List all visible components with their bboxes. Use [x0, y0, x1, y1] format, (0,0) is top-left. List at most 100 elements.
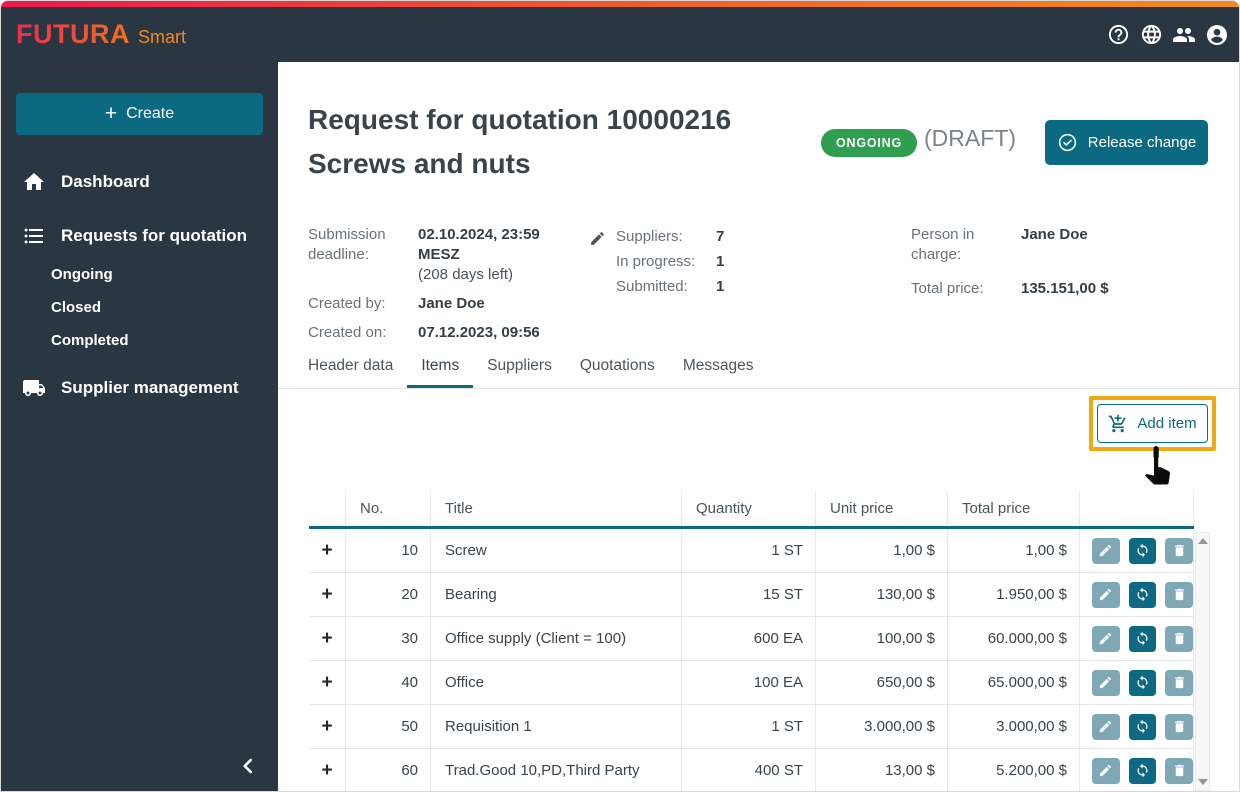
sidebar-item-supplier-management[interactable]: Supplier management [1, 368, 278, 408]
edit-item-button[interactable] [1092, 625, 1120, 652]
sync-icon [1137, 763, 1148, 778]
users-group-icon[interactable] [1172, 23, 1196, 47]
delete-item-button[interactable] [1165, 713, 1193, 740]
submitted-value: 1 [716, 278, 725, 295]
sync-item-button[interactable] [1128, 537, 1157, 564]
sync-icon [1137, 543, 1148, 558]
sync-icon [1137, 675, 1148, 690]
cell-total-price: 1,00 $ [948, 529, 1080, 572]
details-column-right: Person in charge: Jane Doe Total price: … [911, 225, 1211, 308]
expand-row-icon[interactable]: + [321, 761, 332, 780]
sidebar-item-dashboard[interactable]: Dashboard [1, 162, 278, 202]
scroll-up-icon[interactable] [1197, 538, 1208, 544]
app-window: FUTURA Smart + Create Dashboard Requests… [0, 0, 1240, 792]
sidebar-item-label: Dashboard [61, 172, 150, 191]
cell-title: Requisition 1 [431, 705, 682, 748]
tab-quotations[interactable]: Quotations [566, 351, 669, 388]
details-panel: Submission deadline: 02.10.2024, 23:59 M… [308, 225, 1211, 343]
scroll-down-icon[interactable] [1197, 779, 1208, 785]
cell-total-price: 65.000,00 $ [948, 661, 1080, 704]
header-title: Title [431, 491, 682, 526]
cell-unit-price: 13,00 $ [816, 749, 948, 791]
submission-deadline-note: (208 days left) [418, 266, 514, 283]
cell-quantity: 1 ST [682, 529, 816, 572]
sync-item-button[interactable] [1128, 669, 1157, 696]
delete-item-button[interactable] [1165, 537, 1193, 564]
cell-unit-price: 650,00 $ [816, 661, 948, 704]
expand-row-icon[interactable]: + [321, 629, 332, 648]
sidebar-item-completed[interactable]: Completed [1, 324, 278, 357]
tab-items[interactable]: Items [407, 351, 474, 388]
topbar: FUTURA Smart [1, 7, 1239, 62]
cell-no: 40 [346, 661, 431, 704]
page-title: Request for quotation 10000216 Screws an… [308, 98, 818, 186]
sync-item-button[interactable] [1128, 581, 1157, 608]
cell-quantity: 400 ST [682, 749, 816, 791]
table-scrollbar[interactable] [1195, 532, 1210, 791]
create-button[interactable]: + Create [16, 93, 263, 135]
account-icon[interactable] [1205, 23, 1229, 47]
page-title-line2: Screws and nuts [308, 148, 531, 179]
cell-title: Trad.Good 10,PD,Third Party [431, 749, 682, 791]
pencil-icon [1100, 632, 1112, 645]
delete-item-button[interactable] [1165, 757, 1193, 784]
tab-header-data[interactable]: Header data [308, 351, 407, 388]
edit-item-button[interactable] [1092, 581, 1120, 608]
create-button-label: Create [126, 105, 175, 122]
pencil-icon [1100, 764, 1112, 777]
main-content: Request for quotation 10000216 Screws an… [278, 62, 1239, 791]
tab-suppliers[interactable]: Suppliers [473, 351, 566, 388]
edit-suppliers-icon[interactable] [589, 230, 607, 302]
add-item-button[interactable]: Add item [1097, 404, 1208, 443]
release-change-button[interactable]: Release change [1045, 120, 1208, 165]
delete-item-button[interactable] [1165, 625, 1193, 652]
edit-item-button[interactable] [1092, 537, 1120, 564]
details-column-left: Submission deadline: 02.10.2024, 23:59 M… [308, 225, 593, 352]
sidebar-item-closed[interactable]: Closed [1, 291, 278, 324]
cell-total-price: 1.950,00 $ [948, 573, 1080, 616]
tab-messages[interactable]: Messages [669, 351, 768, 388]
delete-item-button[interactable] [1165, 669, 1193, 696]
delete-item-button[interactable] [1165, 581, 1193, 608]
sync-icon [1137, 587, 1148, 602]
expand-row-icon[interactable]: + [321, 541, 332, 560]
edit-item-button[interactable] [1092, 713, 1120, 740]
expand-row-icon[interactable]: + [321, 717, 332, 736]
sidebar-collapse-button[interactable] [233, 751, 263, 781]
cell-total-price: 60.000,00 $ [948, 617, 1080, 660]
language-globe-icon[interactable] [1139, 23, 1163, 47]
sync-item-button[interactable] [1128, 625, 1157, 652]
cell-unit-price: 100,00 $ [816, 617, 948, 660]
cell-total-price: 5.200,00 $ [948, 749, 1080, 791]
help-icon[interactable] [1106, 23, 1130, 47]
cell-total-price: 3.000,00 $ [948, 705, 1080, 748]
sidebar-item-ongoing[interactable]: Ongoing [1, 258, 278, 291]
tabs-bar: Header data Items Suppliers Quotations M… [278, 351, 1239, 389]
status-badge: ONGOING [821, 129, 918, 157]
trash-icon [1174, 544, 1184, 557]
sidebar-nav: Dashboard Requests for quotation Ongoing… [1, 162, 278, 408]
sync-item-button[interactable] [1128, 713, 1157, 740]
edit-item-button[interactable] [1092, 669, 1120, 696]
home-icon [22, 170, 46, 194]
header-quantity: Quantity [682, 491, 816, 526]
header-unit-price: Unit price [816, 491, 948, 526]
page-head: Request for quotation 10000216 Screws an… [308, 98, 1211, 186]
cell-quantity: 100 EA [682, 661, 816, 704]
expand-row-icon[interactable]: + [321, 673, 332, 692]
created-on-value: 07.12.2023, 09:56 [418, 324, 540, 341]
table-row: + 40 Office 100 EA 650,00 $ 65.000,00 $ [309, 661, 1194, 705]
hand-cursor-icon [1143, 445, 1172, 485]
created-by-label: Created by: [308, 295, 386, 312]
sync-icon [1137, 631, 1148, 646]
brand-suffix: Smart [137, 27, 186, 47]
sidebar-subitem-label: Ongoing [51, 266, 113, 283]
chevron-left-icon [243, 758, 253, 774]
submission-deadline-value: 02.10.2024, 23:59 MESZ [418, 226, 540, 263]
pencil-icon [1100, 544, 1112, 557]
sync-item-button[interactable] [1128, 757, 1157, 784]
edit-item-button[interactable] [1092, 757, 1120, 784]
trash-icon [1174, 588, 1184, 601]
sidebar-item-requests[interactable]: Requests for quotation [1, 216, 278, 256]
expand-row-icon[interactable]: + [321, 585, 332, 604]
